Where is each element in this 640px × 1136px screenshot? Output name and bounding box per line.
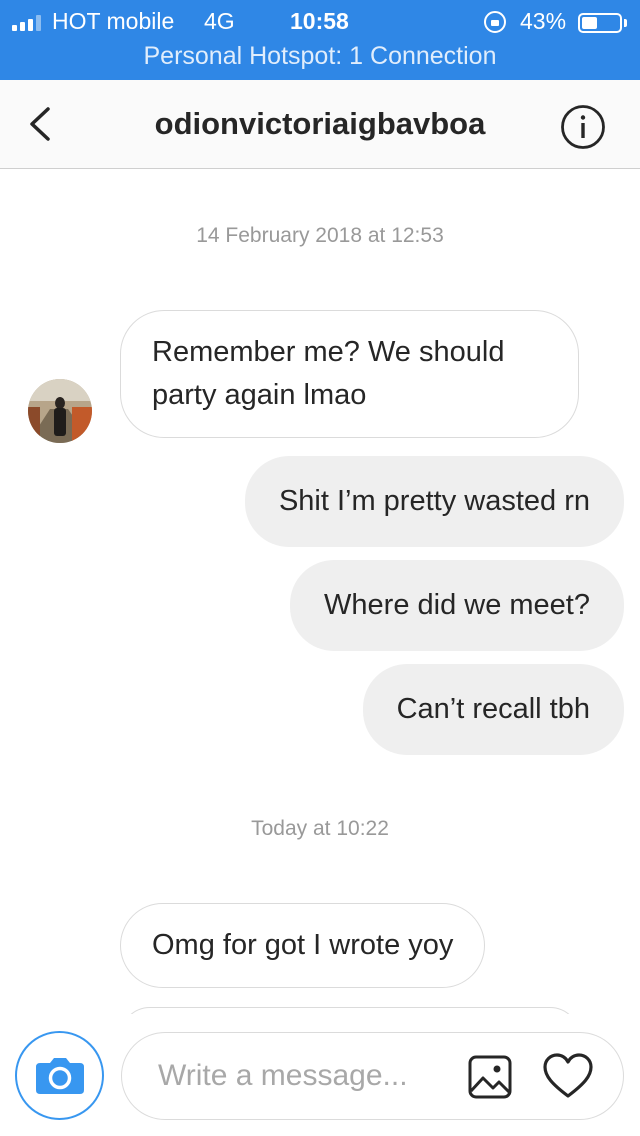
status-row: HOT mobile 4G 10:58 43%	[0, 4, 640, 38]
info-icon[interactable]	[560, 104, 606, 150]
message-bubble-outgoing[interactable]: Where did we meet?	[290, 560, 624, 651]
chat-header: odionvictoriaigbavboa	[0, 80, 640, 169]
message-input[interactable]	[158, 1055, 458, 1097]
clock: 10:58	[290, 8, 349, 34]
signal-icon	[12, 15, 41, 31]
timestamp: 14 February 2018 at 12:53	[196, 224, 444, 247]
camera-icon	[35, 1057, 84, 1094]
battery-level	[582, 17, 597, 29]
message-bubble-outgoing[interactable]: Shit I’m pretty wasted rn	[244, 456, 624, 547]
message-bubble-incoming[interactable]: Remember me? We should party again lmao	[120, 310, 579, 438]
battery-icon	[578, 13, 622, 33]
rotation-lock-icon	[484, 11, 506, 33]
message-bubble-outgoing[interactable]: Can’t recall tbh	[362, 664, 624, 755]
status-bar: HOT mobile 4G 10:58 43% Personal Hotspot…	[0, 0, 640, 80]
battery-nub	[624, 19, 627, 27]
hotspot-banner[interactable]: Personal Hotspot: 1 Connection	[0, 42, 640, 71]
conversation-title[interactable]: odionvictoriaigbavboa	[90, 106, 550, 142]
battery-percent: 43%	[520, 8, 567, 34]
heart-icon[interactable]	[542, 1052, 594, 1100]
message-composer	[121, 1032, 624, 1120]
message-bubble-incoming[interactable]: Omg for got I wrote yoy	[120, 903, 486, 988]
network-label: 4G	[204, 8, 235, 34]
timestamp: Today at 10:22	[251, 817, 389, 840]
carrier-label: HOT mobile	[52, 8, 175, 34]
avatar[interactable]	[28, 379, 92, 443]
gallery-icon[interactable]	[467, 1054, 513, 1100]
camera-button[interactable]	[15, 1031, 104, 1120]
chevron-left-icon[interactable]	[22, 104, 62, 144]
